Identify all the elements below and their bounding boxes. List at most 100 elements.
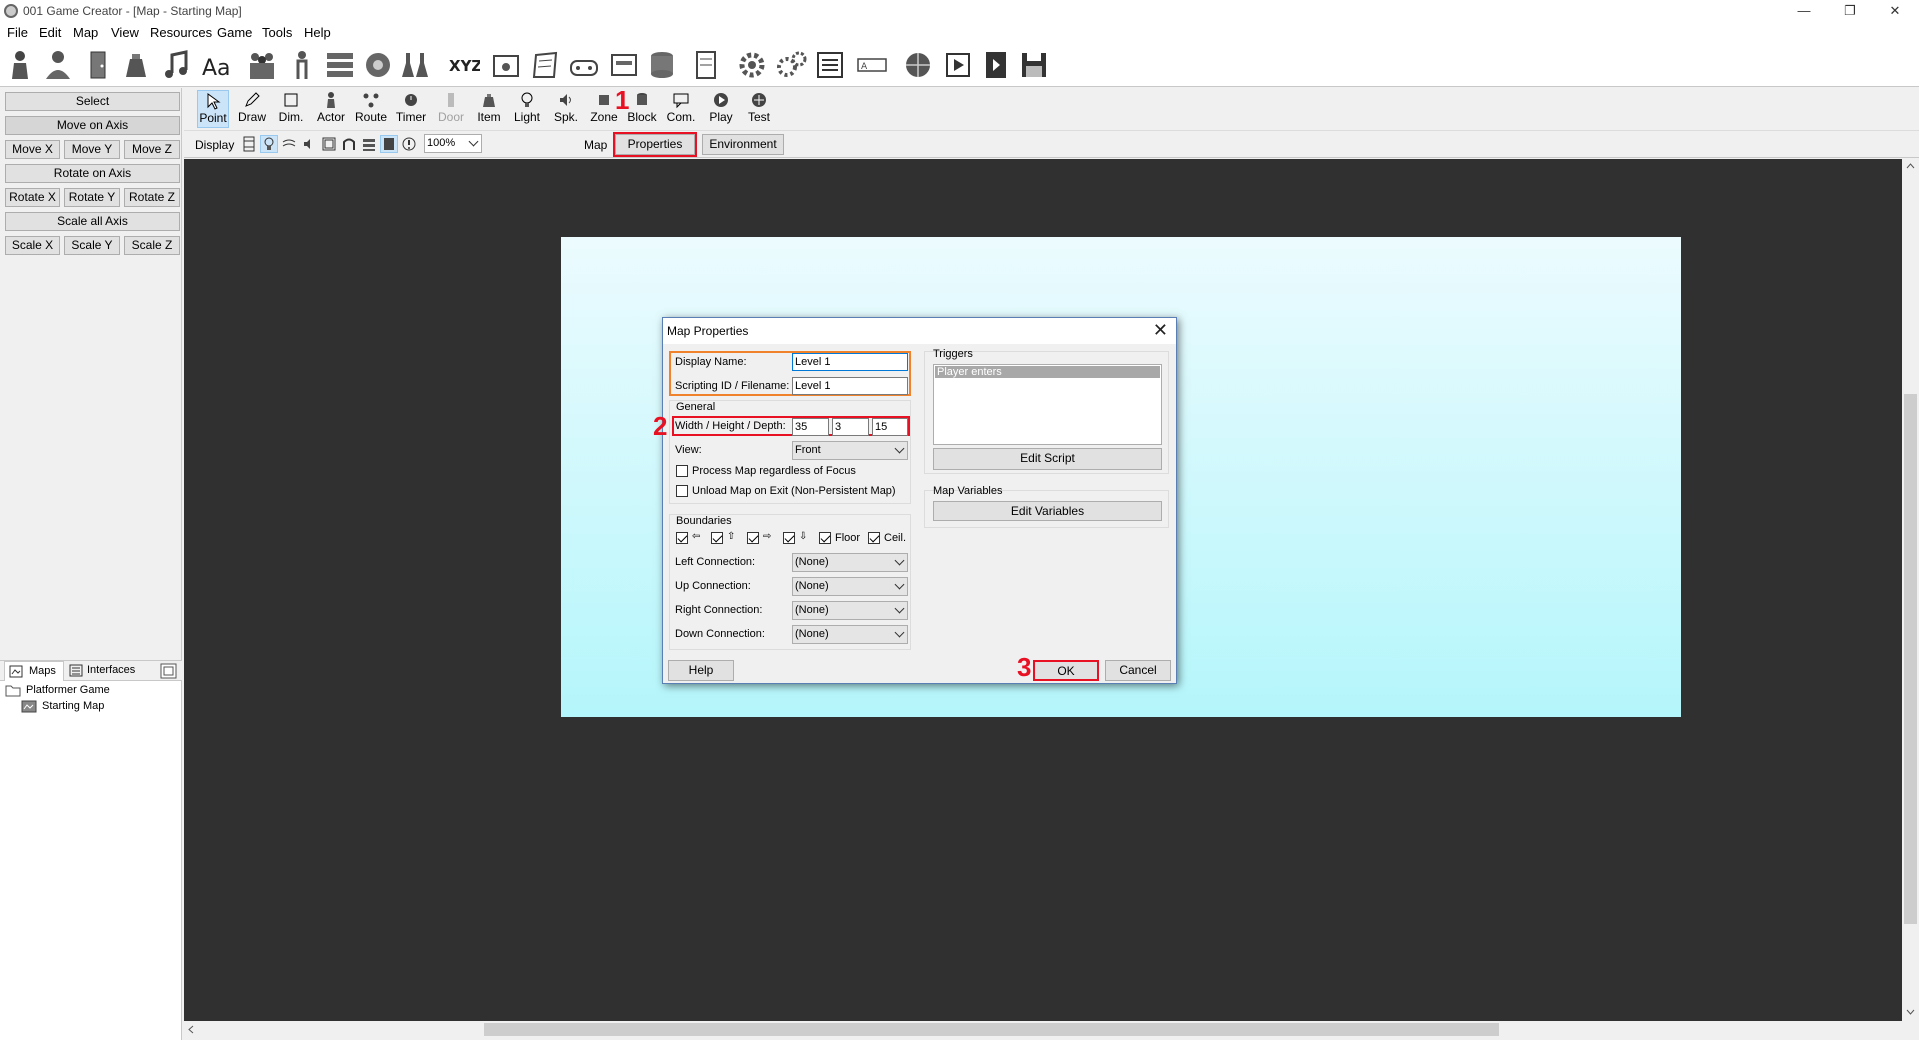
sound-icon[interactable]	[301, 136, 317, 152]
machine-icon[interactable]	[362, 49, 394, 81]
horizontal-scroll-thumb[interactable]	[484, 1023, 1499, 1036]
party-icon[interactable]	[246, 49, 278, 81]
frame-icon[interactable]	[321, 136, 337, 152]
scale-all-axis-button[interactable]: Scale all Axis	[5, 212, 180, 231]
rotate-x-button[interactable]: Rotate X	[5, 188, 60, 207]
edit-script-button[interactable]: Edit Script	[933, 448, 1162, 470]
tab-interfaces[interactable]: Interfaces	[67, 661, 143, 681]
gamepad-icon[interactable]	[568, 49, 600, 81]
close-window-button[interactable]: ✕	[1875, 0, 1915, 23]
select-button[interactable]: Select	[5, 92, 180, 111]
document-icon[interactable]	[530, 49, 562, 81]
database-icon[interactable]	[646, 49, 678, 81]
horizontal-scrollbar[interactable]	[184, 1021, 1902, 1038]
tool-light[interactable]: Light	[511, 90, 543, 128]
unload-map-checkbox[interactable]	[676, 485, 688, 497]
minimize-button[interactable]: —	[1784, 0, 1824, 23]
music-icon[interactable]	[160, 49, 192, 81]
dialog-close-icon[interactable]: ✕	[1153, 320, 1168, 341]
new-map-icon[interactable]	[160, 663, 177, 679]
process-map-checkbox[interactable]	[676, 465, 688, 477]
boundary-left-checkbox[interactable]	[676, 532, 688, 544]
cancel-button[interactable]: Cancel	[1105, 660, 1171, 681]
interface-icon[interactable]	[608, 49, 640, 81]
light-toggle-icon[interactable]	[260, 135, 278, 153]
notes-icon[interactable]	[690, 49, 722, 81]
tool-block[interactable]: Block	[625, 90, 659, 128]
height-input[interactable]: 3	[832, 418, 869, 436]
move-on-axis-button[interactable]: Move on Axis	[5, 116, 180, 135]
xyz-icon[interactable]: XYZ	[448, 49, 480, 81]
tool-comment[interactable]: Com.	[665, 90, 697, 128]
width-input[interactable]: 35	[792, 418, 829, 436]
actor-icon[interactable]	[4, 49, 36, 81]
list-icon[interactable]	[324, 49, 356, 81]
zoom-select[interactable]: 100%	[424, 134, 482, 153]
rotate-y-button[interactable]: Rotate Y	[64, 188, 120, 207]
boundary-up-checkbox[interactable]	[711, 532, 723, 544]
scroll-down-icon[interactable]	[1906, 1009, 1915, 1015]
menu-file[interactable]: File	[7, 25, 28, 40]
menu-help[interactable]: Help	[304, 25, 331, 40]
right-connection-select[interactable]: (None)	[792, 601, 908, 620]
door-icon[interactable]	[82, 49, 114, 81]
left-connection-select[interactable]: (None)	[792, 553, 908, 572]
view-select[interactable]: Front	[792, 441, 908, 460]
bag-icon[interactable]	[120, 49, 152, 81]
character-icon[interactable]	[42, 49, 74, 81]
save-icon[interactable]	[1018, 49, 1050, 81]
gear-icon[interactable]	[736, 49, 768, 81]
layers-icon[interactable]	[361, 136, 377, 152]
menu-game[interactable]: Game	[217, 25, 252, 40]
edit-variables-button[interactable]: Edit Variables	[933, 501, 1162, 521]
tool-speaker[interactable]: Spk.	[550, 90, 582, 128]
scale-z-button[interactable]: Scale Z	[124, 236, 180, 255]
menu-list-icon[interactable]	[814, 49, 846, 81]
display-name-input[interactable]: Level 1	[792, 353, 908, 371]
scale-x-button[interactable]: Scale X	[5, 236, 60, 255]
person-icon[interactable]	[286, 49, 318, 81]
properties-button[interactable]: Properties	[613, 132, 697, 157]
font-icon[interactable]: Aa	[200, 49, 232, 81]
vertical-scroll-thumb[interactable]	[1904, 394, 1917, 924]
menu-tools[interactable]: Tools	[262, 25, 292, 40]
scripting-id-input[interactable]: Level 1	[792, 377, 908, 395]
film-icon[interactable]	[241, 136, 257, 152]
boundary-right-checkbox[interactable]	[747, 532, 759, 544]
export-icon[interactable]	[980, 49, 1012, 81]
tool-dim[interactable]: Dim.	[275, 90, 307, 128]
restore-button[interactable]: ❐	[1830, 0, 1870, 23]
flasks-icon[interactable]	[400, 49, 432, 81]
tool-test[interactable]: Test	[743, 90, 775, 128]
tool-play[interactable]: Play	[705, 90, 737, 128]
boundary-ceil-checkbox[interactable]	[868, 532, 880, 544]
menu-map[interactable]: Map	[73, 25, 98, 40]
scale-y-button[interactable]: Scale Y	[64, 236, 120, 255]
menu-resources[interactable]: Resources	[150, 25, 212, 40]
menu-edit[interactable]: Edit	[39, 25, 61, 40]
depth-input[interactable]: 15	[872, 418, 908, 436]
environment-button[interactable]: Environment	[702, 134, 784, 155]
triggers-list[interactable]: Player enters	[933, 364, 1162, 445]
tool-item[interactable]: Item	[473, 90, 505, 128]
gears-icon[interactable]	[776, 49, 808, 81]
help-button[interactable]: Help	[668, 660, 734, 681]
move-y-button[interactable]: Move Y	[64, 140, 120, 159]
globe-icon[interactable]	[902, 49, 934, 81]
tool-actor[interactable]: Actor	[314, 90, 348, 128]
menu-view[interactable]: View	[111, 25, 139, 40]
tool-draw[interactable]: Draw	[236, 90, 268, 128]
move-z-button[interactable]: Move Z	[124, 140, 180, 159]
arch-icon[interactable]	[341, 136, 357, 152]
scroll-up-icon[interactable]	[1906, 163, 1915, 169]
tab-maps[interactable]: Maps	[4, 661, 64, 681]
boundary-down-checkbox[interactable]	[783, 532, 795, 544]
tool-door[interactable]: Door	[435, 90, 467, 128]
wind-icon[interactable]	[281, 136, 297, 152]
up-connection-select[interactable]: (None)	[792, 577, 908, 596]
ok-button[interactable]: OK	[1033, 660, 1099, 681]
block-toggle-icon[interactable]	[380, 135, 398, 153]
vertical-scrollbar[interactable]	[1902, 159, 1919, 1021]
rotate-z-button[interactable]: Rotate Z	[124, 188, 180, 207]
tool-timer[interactable]: Timer	[393, 90, 429, 128]
